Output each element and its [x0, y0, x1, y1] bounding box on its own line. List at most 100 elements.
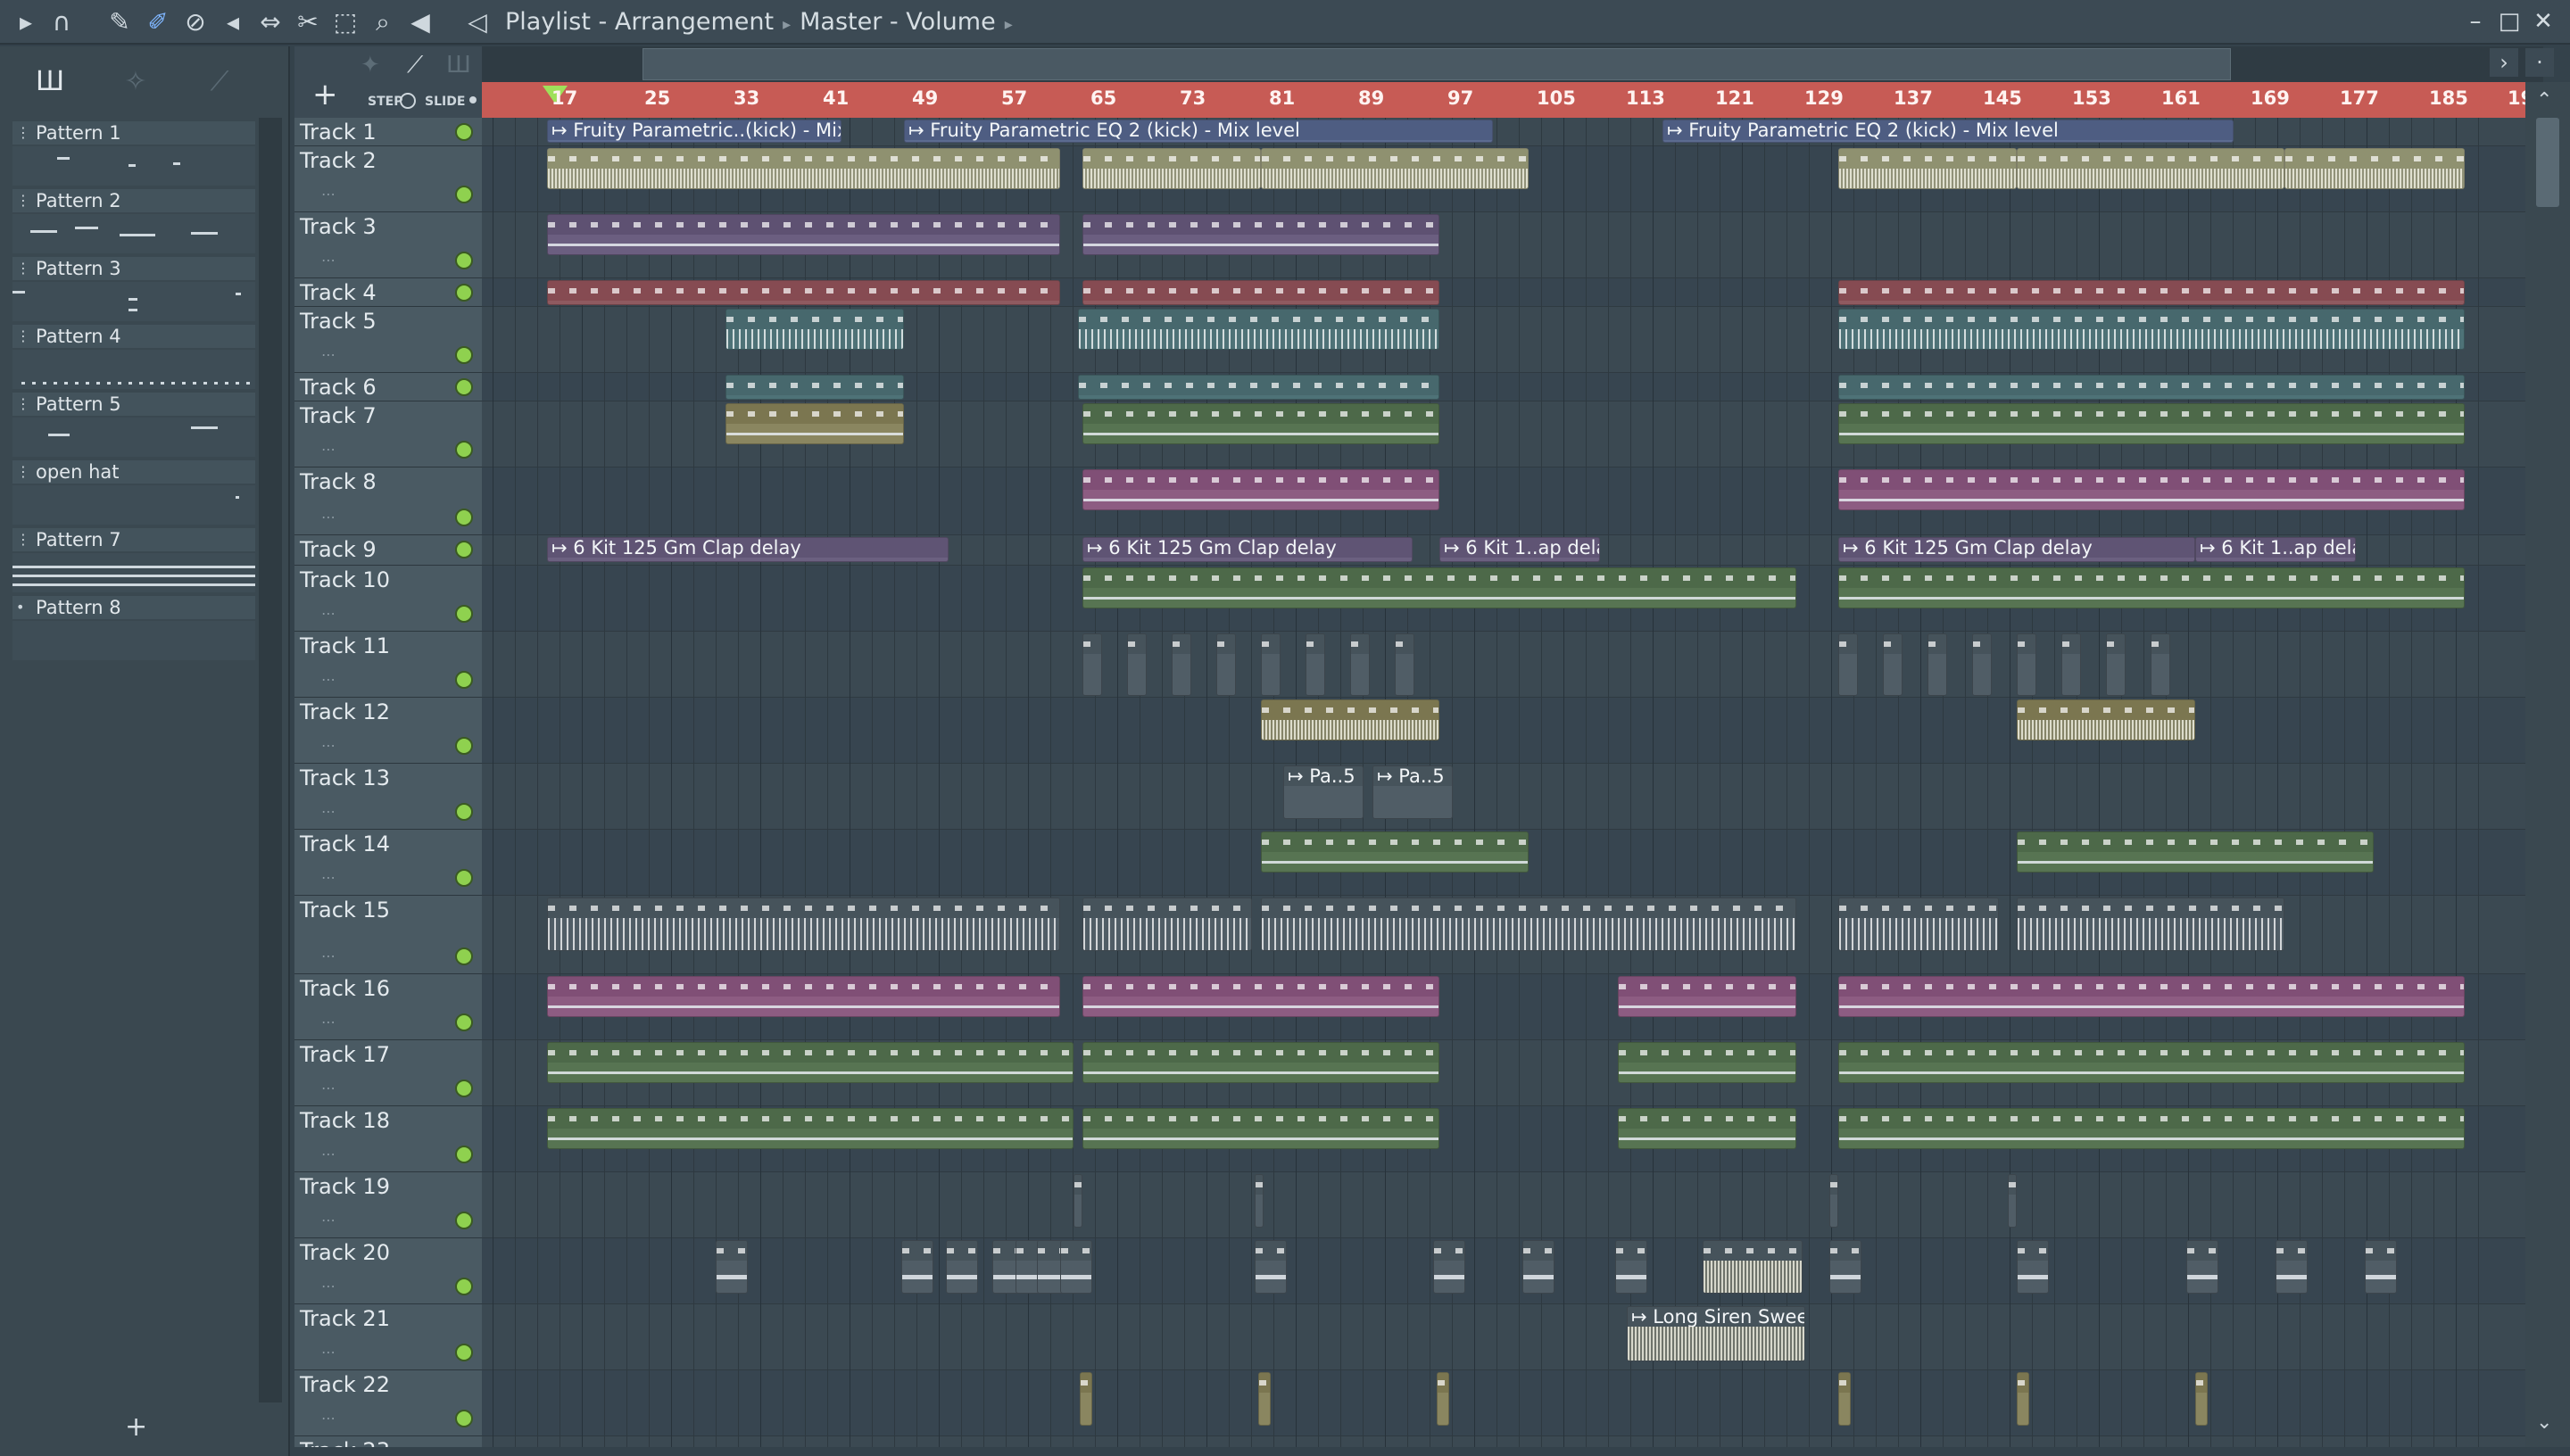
clip-header[interactable]: [1839, 977, 2464, 997]
playlist-clip[interactable]: [2017, 898, 2284, 951]
track-options-icon[interactable]: ⋯: [321, 1080, 336, 1096]
playlist-clip[interactable]: [1838, 280, 2465, 305]
clip-header[interactable]: [1083, 1043, 1438, 1063]
vertical-scroll-thumb[interactable]: [2536, 118, 2559, 207]
track-lane[interactable]: [482, 1370, 2525, 1436]
clip-header[interactable]: [902, 1241, 933, 1261]
track-header[interactable]: Track 22 ⋯: [294, 1370, 482, 1436]
playlist-clip[interactable]: [1395, 633, 1414, 696]
playlist-clip[interactable]: [1082, 403, 1439, 444]
track-mute-led[interactable]: [455, 346, 473, 364]
clip-header[interactable]: ↦ Pa..5: [1284, 766, 1363, 786]
clip-header[interactable]: [2196, 1373, 2207, 1393]
pattern-header[interactable]: ⋮ Pattern 2: [12, 189, 255, 212]
playlist-clip[interactable]: [1216, 633, 1236, 696]
track-mute-led[interactable]: [455, 803, 473, 821]
clip-header[interactable]: [1061, 1241, 1091, 1261]
playlist-clip[interactable]: [2284, 148, 2465, 189]
track-options-icon[interactable]: ⋯: [321, 605, 336, 622]
clip-header[interactable]: [2151, 634, 2169, 654]
playlist-clip[interactable]: ↦ 6 Kit 125 Gm Clap delay: [1082, 537, 1413, 562]
clip-header[interactable]: [548, 1043, 1073, 1063]
slide-toggle[interactable]: [469, 96, 477, 103]
playlist-clip[interactable]: [547, 148, 1060, 189]
track-lane[interactable]: [482, 1436, 2525, 1447]
track-header[interactable]: Track 21 ⋯: [294, 1304, 482, 1370]
track-options-icon[interactable]: ⋯: [321, 671, 336, 688]
arrangement-overview[interactable]: [482, 46, 2543, 82]
clip-header[interactable]: [1083, 149, 1260, 169]
playlist-clip[interactable]: [2151, 633, 2170, 696]
clip-header[interactable]: [1262, 700, 1438, 720]
playlist-clip[interactable]: [2008, 1174, 2017, 1228]
clip-header[interactable]: [548, 281, 1059, 301]
playlist-clip[interactable]: [1838, 898, 1999, 951]
track-header[interactable]: Track 14 ⋯: [294, 830, 482, 896]
clip-header[interactable]: [2018, 700, 2194, 720]
automation-icon[interactable]: ⟋: [198, 66, 241, 102]
clip-header[interactable]: [1083, 1109, 1438, 1129]
add-pattern-button[interactable]: +: [125, 1411, 147, 1443]
track-header[interactable]: Track 4: [294, 278, 482, 307]
playlist-clip[interactable]: [2017, 633, 2036, 696]
clip-header[interactable]: [1262, 832, 1528, 852]
clip-header[interactable]: ↦ 6 Kit 125 Gm Clap delay: [1083, 538, 1412, 558]
clip-header[interactable]: [2276, 1241, 2307, 1261]
clip-header[interactable]: ↦ 6 Kit 125 Gm Clap delay: [1839, 538, 2194, 558]
clip-header[interactable]: [1081, 1373, 1091, 1393]
clip-header[interactable]: [1839, 404, 2464, 424]
track-header[interactable]: Track 5 ⋯: [294, 307, 482, 373]
track-options-icon[interactable]: ⋯: [321, 803, 336, 820]
pattern-item[interactable]: • Pattern 8: [12, 596, 255, 662]
playlist-clip[interactable]: [547, 898, 1060, 951]
clip-header[interactable]: [726, 310, 903, 329]
slice-icon[interactable]: ✂: [291, 5, 325, 39]
pattern-header[interactable]: ⋮ Pattern 7: [12, 528, 255, 551]
track-options-icon[interactable]: ⋯: [321, 869, 336, 886]
clip-header[interactable]: [1839, 281, 2464, 301]
pattern-item[interactable]: ⋮ Pattern 7: [12, 528, 255, 594]
curve-tool-icon[interactable]: ⟋: [407, 52, 423, 79]
pattern-header[interactable]: ⋮ Pattern 5: [12, 393, 255, 416]
track-header[interactable]: Track 11 ⋯: [294, 632, 482, 698]
clip-header[interactable]: [1839, 898, 1998, 918]
playlist-clip[interactable]: [1082, 469, 1439, 510]
track-header[interactable]: Track 23⋯: [294, 1436, 482, 1447]
clip-header[interactable]: [1839, 376, 2464, 395]
playlist-clip[interactable]: [1883, 633, 1903, 696]
track-options-icon[interactable]: ⋯: [321, 252, 336, 269]
clip-header[interactable]: [548, 977, 1059, 997]
playlist-clip[interactable]: [1838, 633, 1858, 696]
clip-header[interactable]: [2107, 634, 2125, 654]
magnet-icon[interactable]: ∩: [45, 5, 79, 39]
track-mute-led[interactable]: [455, 737, 473, 755]
playlist-clip[interactable]: [946, 1240, 978, 1294]
vertical-scrollbar[interactable]: ⌃ ⌄: [2525, 82, 2570, 1447]
playlist-clip[interactable]: [1078, 375, 1439, 400]
playlist-clip[interactable]: [1082, 567, 1796, 608]
add-track-button[interactable]: +: [312, 77, 338, 112]
track-header[interactable]: Track 12 ⋯: [294, 698, 482, 764]
select-icon[interactable]: ⬚: [328, 5, 362, 39]
playlist-clip[interactable]: ↦ 6 Kit 1..ap delay: [1439, 537, 1600, 562]
playlist-clip[interactable]: [1829, 1240, 1861, 1294]
arrangement-grid[interactable]: ↦ Fruity Parametric..(kick) - Mix level↦…: [482, 118, 2525, 1447]
playback-icon[interactable]: ◀: [403, 5, 437, 39]
playlist-clip[interactable]: [1258, 1372, 1271, 1426]
clip-header[interactable]: [1256, 1175, 1263, 1195]
clip-header[interactable]: [1704, 1241, 1802, 1261]
playlist-clip[interactable]: [1838, 469, 2465, 510]
master-volume-title[interactable]: Master - Volume: [800, 8, 996, 36]
clip-header[interactable]: [726, 404, 903, 424]
track-lane[interactable]: [482, 1238, 2525, 1304]
playlist-clip[interactable]: [725, 403, 904, 444]
track-mute-led[interactable]: [455, 1278, 473, 1295]
grid-tool-icon[interactable]: Ш: [446, 52, 471, 79]
mute-icon[interactable]: ◂: [216, 5, 250, 39]
clip-header[interactable]: [1262, 898, 1795, 918]
playlist-clip[interactable]: [1838, 567, 2465, 608]
track-mute-led[interactable]: [455, 947, 473, 965]
track-mute-led[interactable]: [455, 869, 473, 887]
clip-header[interactable]: [1616, 1241, 1646, 1261]
clip-header[interactable]: [717, 1241, 747, 1261]
